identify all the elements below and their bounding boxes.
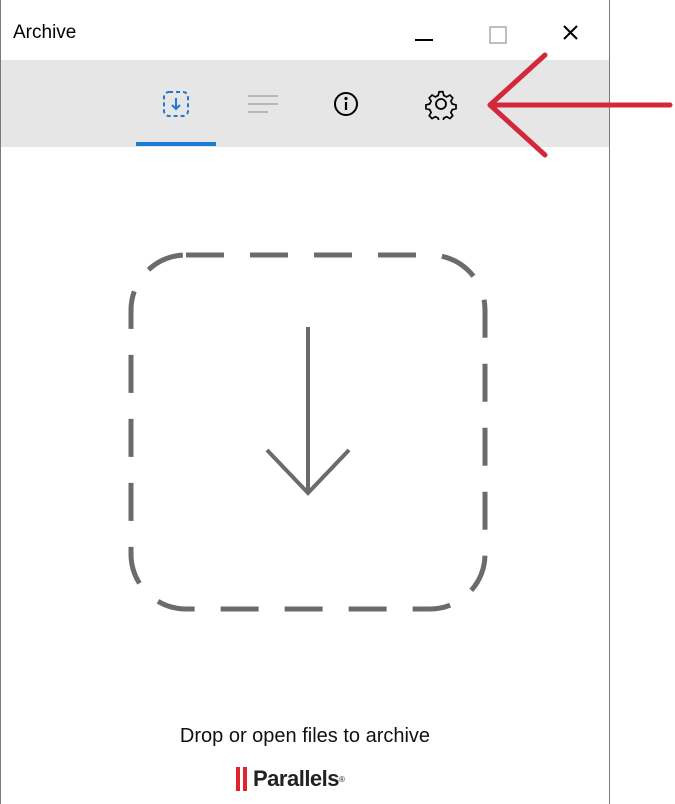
tab-archive[interactable] <box>136 60 216 147</box>
drop-hint-text: Drop or open files to archive <box>179 725 431 747</box>
window-title: Archive <box>13 22 77 43</box>
tab-list[interactable] <box>223 60 303 147</box>
parallels-logo: Parallels ® <box>236 764 345 794</box>
archive-drop-icon <box>163 90 189 117</box>
registered-mark: ® <box>339 774 345 784</box>
drop-zone-icon <box>128 252 488 612</box>
minimize-button[interactable] <box>393 10 453 56</box>
active-tab-indicator <box>136 142 216 146</box>
drop-zone[interactable] <box>125 249 491 615</box>
parallels-logo-text: Parallels <box>253 766 340 791</box>
annotation-arrow <box>487 52 673 158</box>
gear-icon <box>425 90 457 120</box>
list-icon <box>248 94 278 113</box>
tab-settings[interactable] <box>401 60 481 147</box>
tab-info[interactable] <box>306 60 386 147</box>
parallels-logo-mark <box>236 767 248 791</box>
minimize-icon <box>415 39 433 41</box>
info-icon <box>334 91 358 116</box>
